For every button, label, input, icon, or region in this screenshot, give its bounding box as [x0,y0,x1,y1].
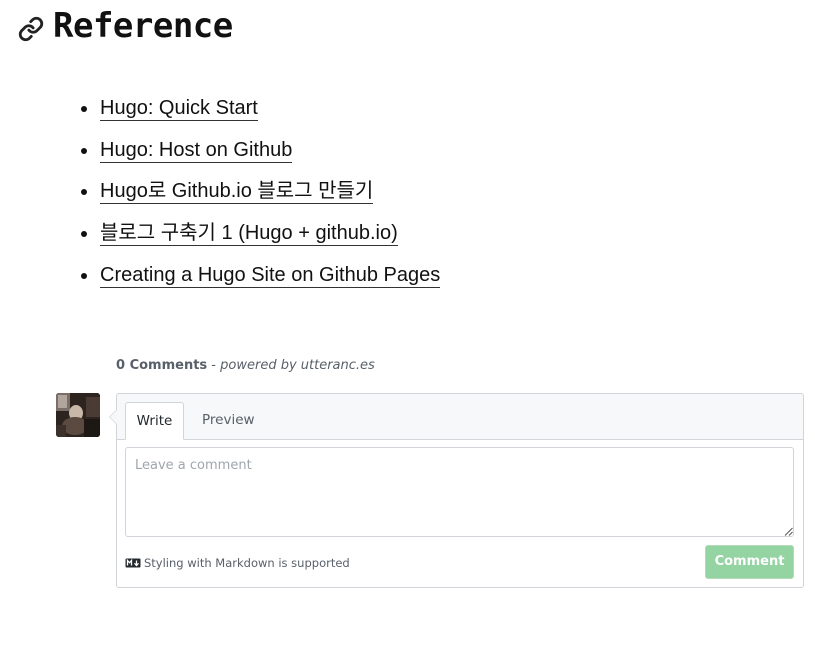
link-icon[interactable] [18,16,44,42]
tab-write[interactable]: Write [125,402,184,440]
comments-header: 0 Comments - powered by utteranc.es [116,358,375,373]
tab-preview[interactable]: Preview [190,402,267,439]
reference-link-hugo-host-on-github[interactable]: Hugo: Host on Github [100,138,293,163]
markdown-icon [125,558,141,568]
list-item: Hugo로 Github.io 블로그 만들기 [80,171,440,213]
reference-link-blog-build-1[interactable]: 블로그 구축기 1 (Hugo + github.io) [100,222,398,247]
section-heading: Reference [18,4,233,48]
comment-editor: Write Preview Styling with Markdown is s… [109,393,804,588]
powered-by-label: powered by utteranc.es [220,358,375,373]
editor-tab-bar: Write Preview [117,394,803,440]
markdown-note-label: Styling with Markdown is supported [144,556,350,570]
list-item: Creating a Hugo Site on Github Pages [80,255,441,297]
comments-count: 0 Comments [116,358,208,373]
avatar[interactable] [56,393,100,437]
comment-submit-button[interactable]: Comment [705,545,794,579]
list-item: 블로그 구축기 1 (Hugo + github.io) [80,213,440,255]
comments-separator: - [207,358,221,373]
page-title: Reference [53,6,233,46]
reference-link-hugo-github-io-blog[interactable]: Hugo로 Github.io 블로그 만들기 [100,180,374,205]
markdown-support-note[interactable]: Styling with Markdown is supported [125,556,350,570]
comment-input[interactable] [125,447,794,537]
reference-link-creating-hugo-site[interactable]: Creating a Hugo Site on Github Pages [100,263,441,288]
resize-handle-icon[interactable] [784,527,793,536]
list-item: Hugo: Quick Start [80,88,440,130]
list-item: Hugo: Host on Github [80,130,440,172]
reference-link-hugo-quick-start[interactable]: Hugo: Quick Start [100,97,258,121]
reference-list: Hugo: Quick Start Hugo: Host on Github H… [78,88,441,297]
